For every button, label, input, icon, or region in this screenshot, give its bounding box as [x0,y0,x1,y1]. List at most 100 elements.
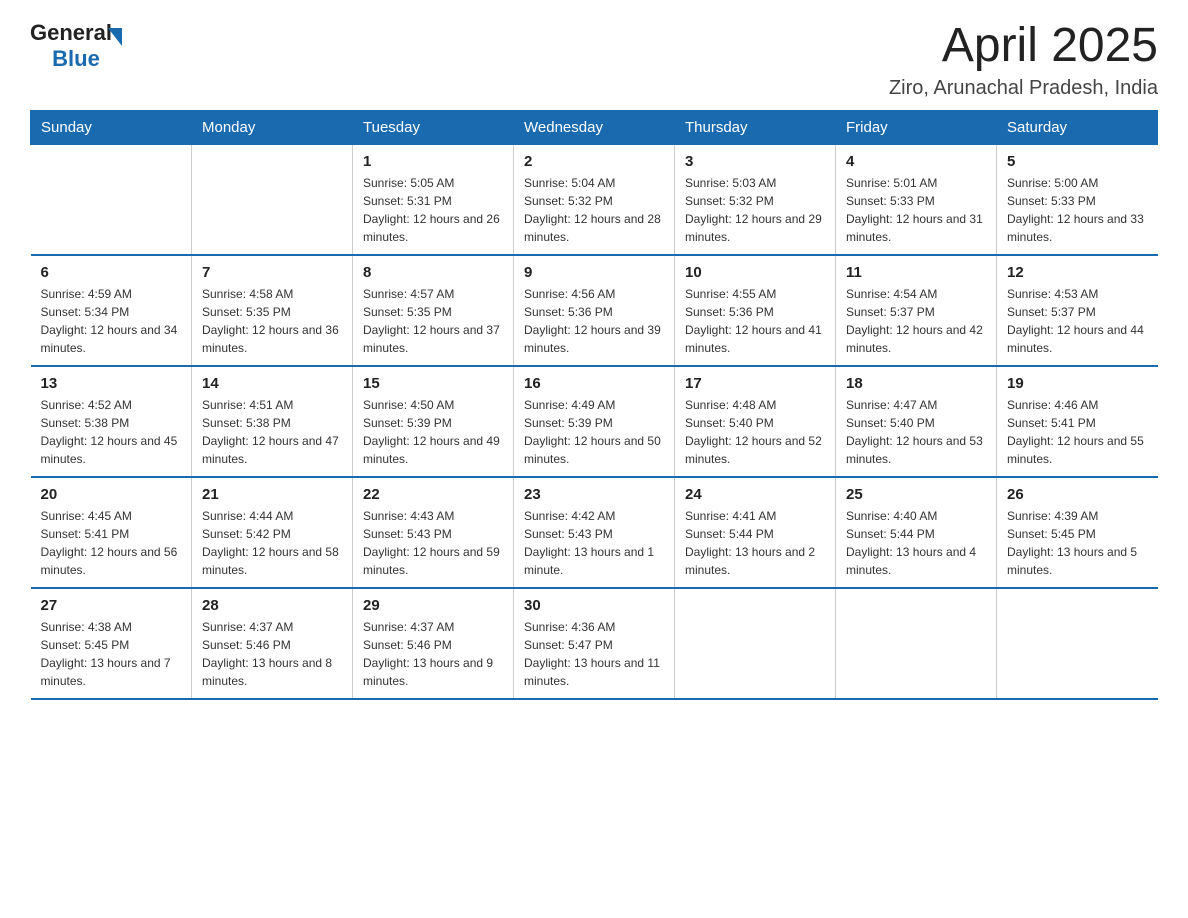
page-subtitle: Ziro, Arunachal Pradesh, India [889,77,1158,100]
day-info: Sunrise: 4:49 AMSunset: 5:39 PMDaylight:… [524,396,664,468]
header-tuesday: Tuesday [353,110,514,144]
week-row-2: 6 Sunrise: 4:59 AMSunset: 5:34 PMDaylight… [31,255,1158,366]
day-number: 5 [1007,153,1148,170]
page-header: General Blue April 2025 Ziro, Arunachal … [30,20,1158,100]
cell-w3-d3: 15 Sunrise: 4:50 AMSunset: 5:39 PMDayligh… [353,366,514,477]
cell-w3-d1: 13 Sunrise: 4:52 AMSunset: 5:38 PMDayligh… [31,366,192,477]
week-row-3: 13 Sunrise: 4:52 AMSunset: 5:38 PMDayligh… [31,366,1158,477]
day-info: Sunrise: 4:54 AMSunset: 5:37 PMDaylight:… [846,285,986,357]
day-number: 27 [41,597,182,614]
cell-w5-d2: 28Sunrise: 4:37 AMSunset: 5:46 PMDayligh… [192,588,353,699]
day-number: 8 [363,264,503,281]
cell-w1-d6: 4 Sunrise: 5:01 AMSunset: 5:33 PMDaylight… [836,144,997,255]
day-info: Sunrise: 4:46 AMSunset: 5:41 PMDaylight:… [1007,396,1148,468]
day-info: Sunrise: 4:43 AMSunset: 5:43 PMDaylight:… [363,507,503,579]
cell-w2-d7: 12 Sunrise: 4:53 AMSunset: 5:37 PMDayligh… [997,255,1158,366]
day-number: 17 [685,375,825,392]
cell-w2-d3: 8Sunrise: 4:57 AMSunset: 5:35 PMDaylight… [353,255,514,366]
day-number: 23 [524,486,664,503]
day-info: Sunrise: 4:53 AMSunset: 5:37 PMDaylight:… [1007,285,1148,357]
day-info: Sunrise: 4:44 AMSunset: 5:42 PMDaylight:… [202,507,342,579]
header-row: SundayMondayTuesdayWednesdayThursdayFrid… [31,110,1158,144]
day-number: 10 [685,264,825,281]
cell-w4-d4: 23 Sunrise: 4:42 AMSunset: 5:43 PMDayligh… [514,477,675,588]
calendar-header: SundayMondayTuesdayWednesdayThursdayFrid… [31,110,1158,144]
day-info: Sunrise: 5:00 AMSunset: 5:33 PMDaylight:… [1007,174,1148,246]
cell-w3-d2: 14Sunrise: 4:51 AMSunset: 5:38 PMDayligh… [192,366,353,477]
cell-w4-d1: 20Sunrise: 4:45 AMSunset: 5:41 PMDayligh… [31,477,192,588]
day-info: Sunrise: 4:41 AMSunset: 5:44 PMDaylight:… [685,507,825,579]
cell-w1-d5: 3 Sunrise: 5:03 AMSunset: 5:32 PMDaylight… [675,144,836,255]
cell-w5-d6 [836,588,997,699]
logo-triangle-icon [108,28,122,46]
cell-w4-d7: 26 Sunrise: 4:39 AMSunset: 5:45 PMDayligh… [997,477,1158,588]
cell-w5-d3: 29Sunrise: 4:37 AMSunset: 5:46 PMDayligh… [353,588,514,699]
cell-w4-d5: 24 Sunrise: 4:41 AMSunset: 5:44 PMDayligh… [675,477,836,588]
cell-w2-d6: 11 Sunrise: 4:54 AMSunset: 5:37 PMDayligh… [836,255,997,366]
cell-w4-d2: 21 Sunrise: 4:44 AMSunset: 5:42 PMDayligh… [192,477,353,588]
day-info: Sunrise: 4:56 AMSunset: 5:36 PMDaylight:… [524,285,664,357]
day-number: 11 [846,264,986,281]
day-number: 26 [1007,486,1148,503]
day-number: 3 [685,153,825,170]
day-info: Sunrise: 4:37 AMSunset: 5:46 PMDaylight:… [202,618,342,690]
day-number: 7 [202,264,342,281]
day-number: 18 [846,375,986,392]
header-wednesday: Wednesday [514,110,675,144]
day-info: Sunrise: 4:37 AMSunset: 5:46 PMDaylight:… [363,618,503,690]
cell-w3-d6: 18 Sunrise: 4:47 AMSunset: 5:40 PMDayligh… [836,366,997,477]
day-info: Sunrise: 4:52 AMSunset: 5:38 PMDaylight:… [41,396,182,468]
cell-w5-d1: 27 Sunrise: 4:38 AMSunset: 5:45 PMDayligh… [31,588,192,699]
day-info: Sunrise: 4:36 AMSunset: 5:47 PMDaylight:… [524,618,664,690]
day-number: 22 [363,486,503,503]
header-saturday: Saturday [997,110,1158,144]
day-info: Sunrise: 5:04 AMSunset: 5:32 PMDaylight:… [524,174,664,246]
day-number: 13 [41,375,182,392]
day-info: Sunrise: 4:55 AMSunset: 5:36 PMDaylight:… [685,285,825,357]
header-thursday: Thursday [675,110,836,144]
day-info: Sunrise: 4:40 AMSunset: 5:44 PMDaylight:… [846,507,986,579]
day-info: Sunrise: 4:38 AMSunset: 5:45 PMDaylight:… [41,618,182,690]
day-number: 9 [524,264,664,281]
logo-general-text: General [30,20,112,46]
day-info: Sunrise: 4:50 AMSunset: 5:39 PMDaylight:… [363,396,503,468]
day-number: 15 [363,375,503,392]
day-number: 1 [363,153,503,170]
day-number: 2 [524,153,664,170]
day-number: 24 [685,486,825,503]
day-info: Sunrise: 4:42 AMSunset: 5:43 PMDaylight:… [524,507,664,579]
day-number: 19 [1007,375,1148,392]
day-info: Sunrise: 4:47 AMSunset: 5:40 PMDaylight:… [846,396,986,468]
header-friday: Friday [836,110,997,144]
title-block: April 2025 Ziro, Arunachal Pradesh, Indi… [889,20,1158,100]
logo-blue-text: Blue [52,46,100,72]
day-info: Sunrise: 5:05 AMSunset: 5:31 PMDaylight:… [363,174,503,246]
calendar-table: SundayMondayTuesdayWednesdayThursdayFrid… [30,110,1158,700]
header-sunday: Sunday [31,110,192,144]
logo: General Blue [30,20,122,72]
calendar-body: 1 Sunrise: 5:05 AMSunset: 5:31 PMDaylight… [31,144,1158,699]
cell-w1-d7: 5 Sunrise: 5:00 AMSunset: 5:33 PMDaylight… [997,144,1158,255]
cell-w3-d7: 19 Sunrise: 4:46 AMSunset: 5:41 PMDayligh… [997,366,1158,477]
cell-w3-d4: 16 Sunrise: 4:49 AMSunset: 5:39 PMDayligh… [514,366,675,477]
cell-w1-d2 [192,144,353,255]
week-row-5: 27 Sunrise: 4:38 AMSunset: 5:45 PMDayligh… [31,588,1158,699]
week-row-1: 1 Sunrise: 5:05 AMSunset: 5:31 PMDaylight… [31,144,1158,255]
cell-w2-d5: 10 Sunrise: 4:55 AMSunset: 5:36 PMDayligh… [675,255,836,366]
cell-w5-d5 [675,588,836,699]
day-number: 12 [1007,264,1148,281]
day-info: Sunrise: 5:03 AMSunset: 5:32 PMDaylight:… [685,174,825,246]
day-number: 21 [202,486,342,503]
day-info: Sunrise: 4:51 AMSunset: 5:38 PMDaylight:… [202,396,342,468]
day-info: Sunrise: 4:59 AMSunset: 5:34 PMDaylight:… [41,285,182,357]
day-number: 16 [524,375,664,392]
day-number: 6 [41,264,182,281]
cell-w2-d4: 9 Sunrise: 4:56 AMSunset: 5:36 PMDaylight… [514,255,675,366]
cell-w4-d6: 25Sunrise: 4:40 AMSunset: 5:44 PMDayligh… [836,477,997,588]
week-row-4: 20Sunrise: 4:45 AMSunset: 5:41 PMDayligh… [31,477,1158,588]
day-info: Sunrise: 4:48 AMSunset: 5:40 PMDaylight:… [685,396,825,468]
day-info: Sunrise: 5:01 AMSunset: 5:33 PMDaylight:… [846,174,986,246]
day-info: Sunrise: 4:39 AMSunset: 5:45 PMDaylight:… [1007,507,1148,579]
day-number: 20 [41,486,182,503]
day-number: 4 [846,153,986,170]
